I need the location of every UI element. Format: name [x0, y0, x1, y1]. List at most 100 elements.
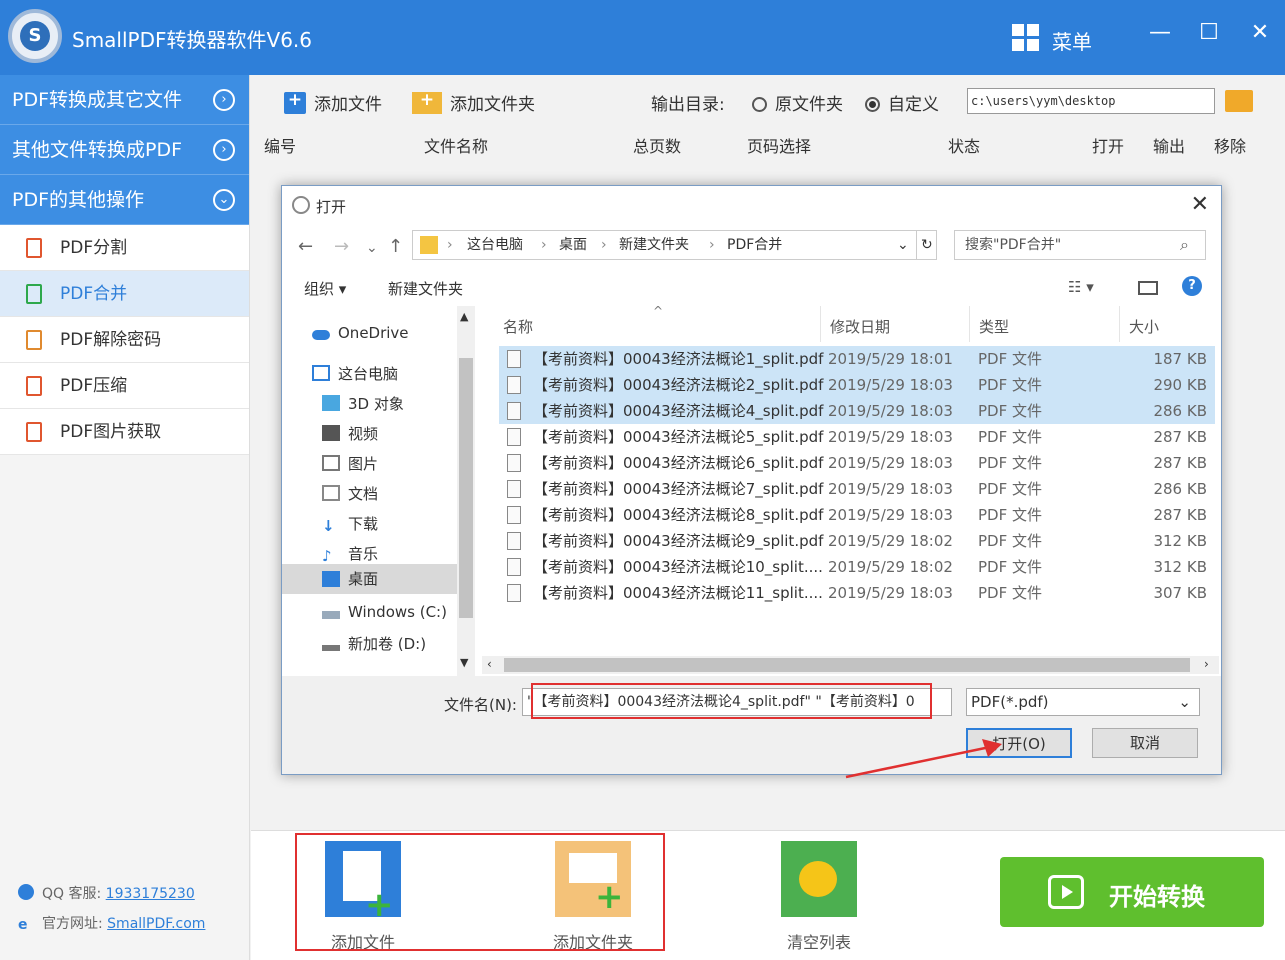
file-type: PDF 文件	[978, 402, 1042, 420]
nav-item-onedrive[interactable]: OneDrive	[312, 324, 409, 342]
file-row[interactable]: 【考前资料】00043经济法概论5_split.pdf 2019/5/29 18:…	[499, 424, 1215, 450]
dialog-close-button[interactable]: ✕	[1191, 192, 1209, 217]
file-table-header: 编号 文件名称 总页数 页码选择 状态 打开 输出 移除	[251, 131, 1285, 157]
help-icon[interactable]: ?	[1182, 276, 1202, 296]
menu-button[interactable]: 菜单	[1052, 26, 1092, 55]
nav-item-videos[interactable]: 视频	[322, 423, 378, 444]
category-pdf-to-other[interactable]: PDF转换成其它文件 ›	[0, 75, 249, 125]
sidebar: PDF转换成其它文件 › 其他文件转换成PDF › PDF的其他操作 ⌄ PDF分割 …	[0, 75, 250, 960]
nav-item-desktop[interactable]: 桌面	[282, 564, 457, 594]
menu-grid-icon[interactable]	[1012, 24, 1040, 52]
toolbar-add-file-button[interactable]: + 添加文件	[284, 90, 382, 115]
nav-item-pictures[interactable]: 图片	[322, 453, 378, 474]
nav-scrollbar[interactable]: ▲ ▼	[457, 306, 475, 676]
breadcrumb-item[interactable]: 这台电脑	[467, 231, 523, 259]
document-icon	[322, 485, 340, 501]
breadcrumb-item[interactable]: PDF合并	[727, 231, 782, 259]
refresh-icon[interactable]: ↻	[916, 231, 933, 259]
file-type-select[interactable]: PDF(*.pdf) ⌄	[966, 688, 1200, 716]
col-open: 打开	[1092, 137, 1125, 156]
file-row[interactable]: 【考前资料】00043经济法概论11_split.... 2019/5/29 18…	[499, 580, 1215, 606]
recent-dropdown-icon[interactable]: ⌄	[366, 240, 378, 256]
file-row[interactable]: 【考前资料】00043经济法概论10_split.... 2019/5/29 18…	[499, 554, 1215, 580]
close-button[interactable]: ✕	[1245, 18, 1275, 48]
chevron-down-icon[interactable]: ⌄	[897, 231, 909, 259]
col-status: 状态	[948, 137, 981, 156]
clear-list-button[interactable]: 清空列表	[779, 841, 859, 953]
start-convert-label: 开始转换	[1109, 883, 1205, 911]
preview-pane-icon[interactable]	[1138, 281, 1158, 295]
nav-item-downloads[interactable]: ↓ 下载	[322, 513, 378, 535]
organize-menu[interactable]: 组织 ▾	[304, 278, 346, 299]
sidebar-item-pdf-images[interactable]: PDF图片获取	[0, 409, 249, 455]
category-other-to-pdf[interactable]: 其他文件转换成PDF ›	[0, 125, 249, 175]
breadcrumb-item[interactable]: 新建文件夹	[619, 231, 689, 259]
breadcrumb-item[interactable]: 桌面	[559, 231, 587, 259]
pdf-file-icon	[507, 428, 521, 446]
file-name: 【考前资料】00043经济法概论6_split.pdf	[533, 454, 824, 472]
open-file-dialog: 打开 ✕ ← → ⌄ ↑ › 这台电脑 › 桌面 › 新建文件夹 › PDF合并…	[281, 185, 1222, 775]
file-row[interactable]: 【考前资料】00043经济法概论1_split.pdf 2019/5/29 18:…	[499, 346, 1215, 372]
nav-item-3d-objects[interactable]: 3D 对象	[322, 393, 404, 414]
address-bar[interactable]: › 这台电脑 › 桌面 › 新建文件夹 › PDF合并 ⌄ ↻	[412, 230, 937, 260]
scroll-up-icon[interactable]: ▲	[460, 310, 468, 323]
scroll-thumb[interactable]	[504, 658, 1190, 672]
column-date-header[interactable]: 修改日期	[830, 316, 890, 337]
nav-item-documents[interactable]: 文档	[322, 483, 378, 504]
nav-item-label: 3D 对象	[348, 395, 404, 413]
column-type-header[interactable]: 类型	[979, 316, 1009, 337]
start-convert-button[interactable]: 开始转换	[1000, 857, 1264, 927]
file-type: PDF 文件	[978, 480, 1042, 498]
pdf-file-icon	[26, 238, 42, 258]
forward-arrow-icon[interactable]: →	[334, 236, 349, 257]
back-arrow-icon[interactable]: ←	[298, 236, 313, 257]
column-name-header[interactable]: 名称	[503, 316, 533, 337]
maximize-button[interactable]: ☐	[1194, 18, 1224, 48]
clear-list-label: 清空列表	[786, 933, 851, 952]
title-bar: S SmallPDF转换器软件V6.6 菜单 — ☐ ✕	[0, 0, 1285, 75]
file-row[interactable]: 【考前资料】00043经济法概论4_split.pdf 2019/5/29 18:…	[499, 398, 1215, 424]
minimize-button[interactable]: —	[1145, 18, 1175, 48]
file-row[interactable]: 【考前资料】00043经济法概论8_split.pdf 2019/5/29 18:…	[499, 502, 1215, 528]
nav-item-this-pc[interactable]: 这台电脑	[312, 363, 398, 384]
sidebar-item-pdf-unlock[interactable]: PDF解除密码	[0, 317, 249, 363]
file-size: 307 KB	[1153, 584, 1207, 602]
file-row[interactable]: 【考前资料】00043经济法概论2_split.pdf 2019/5/29 18:…	[499, 372, 1215, 398]
scroll-left-icon[interactable]: ‹	[487, 657, 492, 671]
file-row[interactable]: 【考前资料】00043经济法概论7_split.pdf 2019/5/29 18:…	[499, 476, 1215, 502]
scroll-thumb[interactable]	[459, 358, 473, 618]
nav-item-drive-d[interactable]: 新加卷 (D:)	[322, 633, 426, 654]
horizontal-scrollbar[interactable]: ‹ ›	[482, 656, 1219, 674]
cancel-button[interactable]: 取消	[1092, 728, 1198, 758]
file-date: 2019/5/29 18:03	[828, 376, 953, 394]
column-size-header[interactable]: 大小	[1129, 316, 1159, 337]
radio-custom[interactable]: 自定义	[865, 90, 939, 115]
music-icon: ♪	[322, 547, 332, 565]
category-pdf-other-ops[interactable]: PDF的其他操作 ⌄	[0, 175, 249, 225]
view-options-icon[interactable]: ☷ ▾	[1068, 278, 1094, 296]
nav-item-label: OneDrive	[338, 324, 409, 342]
file-row[interactable]: 【考前资料】00043经济法概论9_split.pdf 2019/5/29 18:…	[499, 528, 1215, 554]
support-number-link[interactable]: 1933175230	[106, 886, 195, 902]
col-number: 编号	[264, 137, 297, 156]
search-input[interactable]: 搜索"PDF合并"	[954, 230, 1206, 260]
file-type: PDF 文件	[978, 350, 1042, 368]
radio-source-folder[interactable]: 原文件夹	[752, 90, 843, 115]
file-row[interactable]: 【考前资料】00043经济法概论6_split.pdf 2019/5/29 18:…	[499, 450, 1215, 476]
browse-folder-icon[interactable]	[1225, 90, 1253, 112]
toolbar-add-folder-button[interactable]: + 添加文件夹	[412, 90, 535, 115]
sidebar-item-pdf-compress[interactable]: PDF压缩	[0, 363, 249, 409]
app-title: SmallPDF转换器软件V6.6	[72, 28, 312, 52]
sidebar-item-pdf-merge[interactable]: PDF合并	[0, 271, 249, 317]
website-link[interactable]: SmallPDF.com	[107, 916, 205, 932]
sidebar-item-label: PDF压缩	[60, 376, 128, 396]
scroll-right-icon[interactable]: ›	[1204, 657, 1209, 671]
up-arrow-icon[interactable]: ↑	[388, 236, 403, 257]
sidebar-item-pdf-split[interactable]: PDF分割	[0, 225, 249, 271]
pdf-file-icon	[507, 480, 521, 498]
new-folder-button[interactable]: 新建文件夹	[388, 278, 463, 299]
nav-item-drive-c[interactable]: Windows (C:)	[322, 603, 447, 621]
scroll-down-icon[interactable]: ▼	[460, 656, 468, 669]
output-path-field[interactable]: c:\users\yym\desktop	[967, 88, 1215, 114]
nav-item-music[interactable]: ♪ 音乐	[322, 543, 378, 565]
